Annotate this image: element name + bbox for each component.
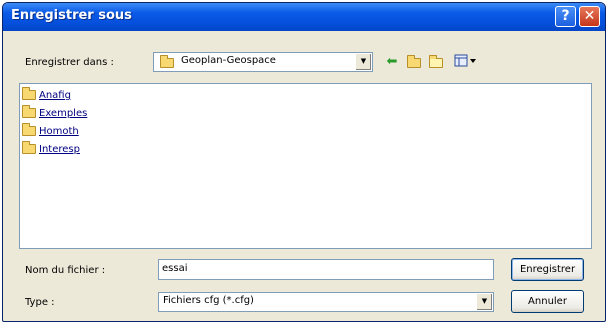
up-folder-icon[interactable] [405, 54, 423, 70]
save-button[interactable]: Enregistrer [511, 258, 584, 281]
filetype-label: Type : [25, 297, 55, 308]
filetype-value: Fichiers cfg (*.cfg) [163, 295, 254, 306]
list-item[interactable]: Exemples [22, 105, 87, 122]
save-in-dropdown[interactable]: Geoplan-Geospace ▼ [153, 52, 373, 72]
chevron-down-icon[interactable]: ▼ [355, 54, 371, 70]
folder-icon [22, 105, 36, 118]
chevron-down-icon[interactable]: ▼ [476, 294, 492, 310]
filetype-dropdown[interactable]: Fichiers cfg (*.cfg) ▼ [158, 292, 494, 312]
filename-value: essai [162, 263, 188, 274]
list-item[interactable]: Interesp [22, 141, 80, 158]
new-folder-icon[interactable] [427, 54, 445, 70]
list-item[interactable]: Homoth [22, 123, 79, 140]
folder-icon [22, 87, 36, 100]
window-title: Enregistrer sous [11, 8, 132, 23]
help-button[interactable]: ? [555, 6, 576, 27]
save-in-value: Geoplan-Geospace [181, 55, 276, 66]
save-as-dialog: Enregistrer sous ? ✕ Enregistrer dans : … [2, 2, 606, 322]
back-arrow-icon[interactable]: ⬅ [383, 54, 401, 70]
folder-icon [22, 123, 36, 136]
save-in-label: Enregistrer dans : [25, 57, 114, 68]
folder-icon [22, 141, 36, 154]
filename-field[interactable]: essai [158, 259, 494, 280]
list-item[interactable]: Anafig [22, 87, 71, 104]
close-button[interactable]: ✕ [579, 6, 600, 27]
view-menu-icon[interactable] [453, 54, 479, 70]
cancel-button[interactable]: Annuler [511, 290, 584, 313]
filename-label: Nom du fichier : [25, 265, 106, 276]
title-bar[interactable]: Enregistrer sous ? ✕ [3, 3, 605, 31]
file-list[interactable]: Anafig Exemples Homoth Interesp [19, 83, 592, 249]
folder-icon [160, 55, 174, 68]
